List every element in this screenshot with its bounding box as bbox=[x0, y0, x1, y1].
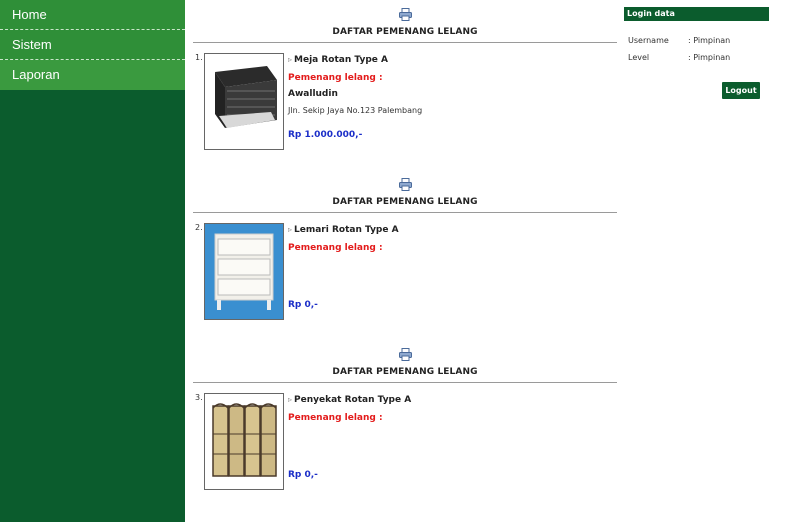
nav-sistem[interactable]: Sistem bbox=[0, 30, 185, 60]
section-title: DAFTAR PEMENANG LELANG bbox=[332, 27, 478, 37]
item-image-table bbox=[204, 53, 284, 150]
section-header: DAFTAR PEMENANG LELANG bbox=[193, 170, 617, 213]
sidebar-background bbox=[0, 99, 185, 522]
section-header: DAFTAR PEMENANG LELANG bbox=[193, 0, 617, 43]
level-label: Level bbox=[628, 53, 650, 62]
login-title: Login data bbox=[624, 7, 769, 21]
section-title: DAFTAR PEMENANG LELANG bbox=[332, 197, 478, 207]
item-name: Penyekat Rotan Type A bbox=[294, 395, 412, 405]
section-header: DAFTAR PEMENANG LELANG bbox=[193, 340, 617, 383]
item-number: 3. bbox=[195, 393, 203, 402]
winner-section: DAFTAR PEMENANG LELANG 3. ▹ Penyekat Rota… bbox=[193, 340, 617, 510]
winner-section: DAFTAR PEMENANG LELANG 1. ▹ Meja Rotan Ty… bbox=[193, 0, 617, 170]
item-info: ▹ Meja Rotan Type A Pemenang lelang : Awa… bbox=[288, 55, 422, 115]
item-number: 2. bbox=[195, 223, 203, 232]
arrow-icon: ▹ bbox=[288, 225, 293, 234]
username-label: Username bbox=[628, 36, 669, 45]
arrow-icon: ▹ bbox=[288, 55, 293, 64]
nav-laporan[interactable]: Laporan bbox=[0, 60, 185, 90]
printer-icon[interactable] bbox=[398, 8, 412, 21]
section-title: DAFTAR PEMENANG LELANG bbox=[332, 367, 478, 377]
login-panel: Login data Username : Pimpinan Level : P… bbox=[624, 7, 769, 99]
item-info: ▹ Lemari Rotan Type A Pemenang lelang : bbox=[288, 225, 399, 253]
winner-label: Pemenang lelang : bbox=[288, 73, 383, 83]
item-image-screen bbox=[204, 393, 284, 490]
item-image-cabinet bbox=[204, 223, 284, 320]
item-info: ▹ Penyekat Rotan Type A Pemenang lelang : bbox=[288, 395, 411, 423]
level-row: Level : Pimpinan bbox=[624, 53, 769, 62]
logout-button[interactable]: Logout bbox=[722, 82, 760, 99]
item-name: Lemari Rotan Type A bbox=[294, 225, 399, 235]
arrow-icon: ▹ bbox=[288, 395, 293, 404]
winner-section: DAFTAR PEMENANG LELANG 2. ▹ Lemari Rotan … bbox=[193, 170, 617, 340]
item-price: Rp 0,- bbox=[288, 470, 318, 480]
list-item: 3. ▹ Penyekat Rotan Type A Pemenang lelan… bbox=[193, 383, 617, 510]
main-content: DAFTAR PEMENANG LELANG 1. ▹ Meja Rotan Ty… bbox=[193, 0, 617, 510]
username-value: : Pimpinan bbox=[688, 36, 731, 45]
winner-address: Jln. Sekip Jaya No.123 Palembang bbox=[288, 106, 423, 115]
winner-name: Awalludin bbox=[288, 89, 338, 99]
sidebar: Home Sistem Laporan bbox=[0, 0, 185, 522]
winner-label: Pemenang lelang : bbox=[288, 243, 383, 253]
printer-icon[interactable] bbox=[398, 348, 412, 361]
winner-label: Pemenang lelang : bbox=[288, 413, 383, 423]
nav-home[interactable]: Home bbox=[0, 0, 185, 30]
printer-icon[interactable] bbox=[398, 178, 412, 191]
item-number: 1. bbox=[195, 53, 203, 62]
item-price: Rp 1.000.000,- bbox=[288, 130, 363, 140]
list-item: 1. ▹ Meja Rotan Type A Pemenang lelang : … bbox=[193, 43, 617, 170]
level-value: : Pimpinan bbox=[688, 53, 731, 62]
item-name: Meja Rotan Type A bbox=[294, 55, 388, 65]
username-row: Username : Pimpinan bbox=[624, 36, 769, 45]
list-item: 2. ▹ Lemari Rotan Type A Pemenang lelang … bbox=[193, 213, 617, 340]
item-price: Rp 0,- bbox=[288, 300, 318, 310]
